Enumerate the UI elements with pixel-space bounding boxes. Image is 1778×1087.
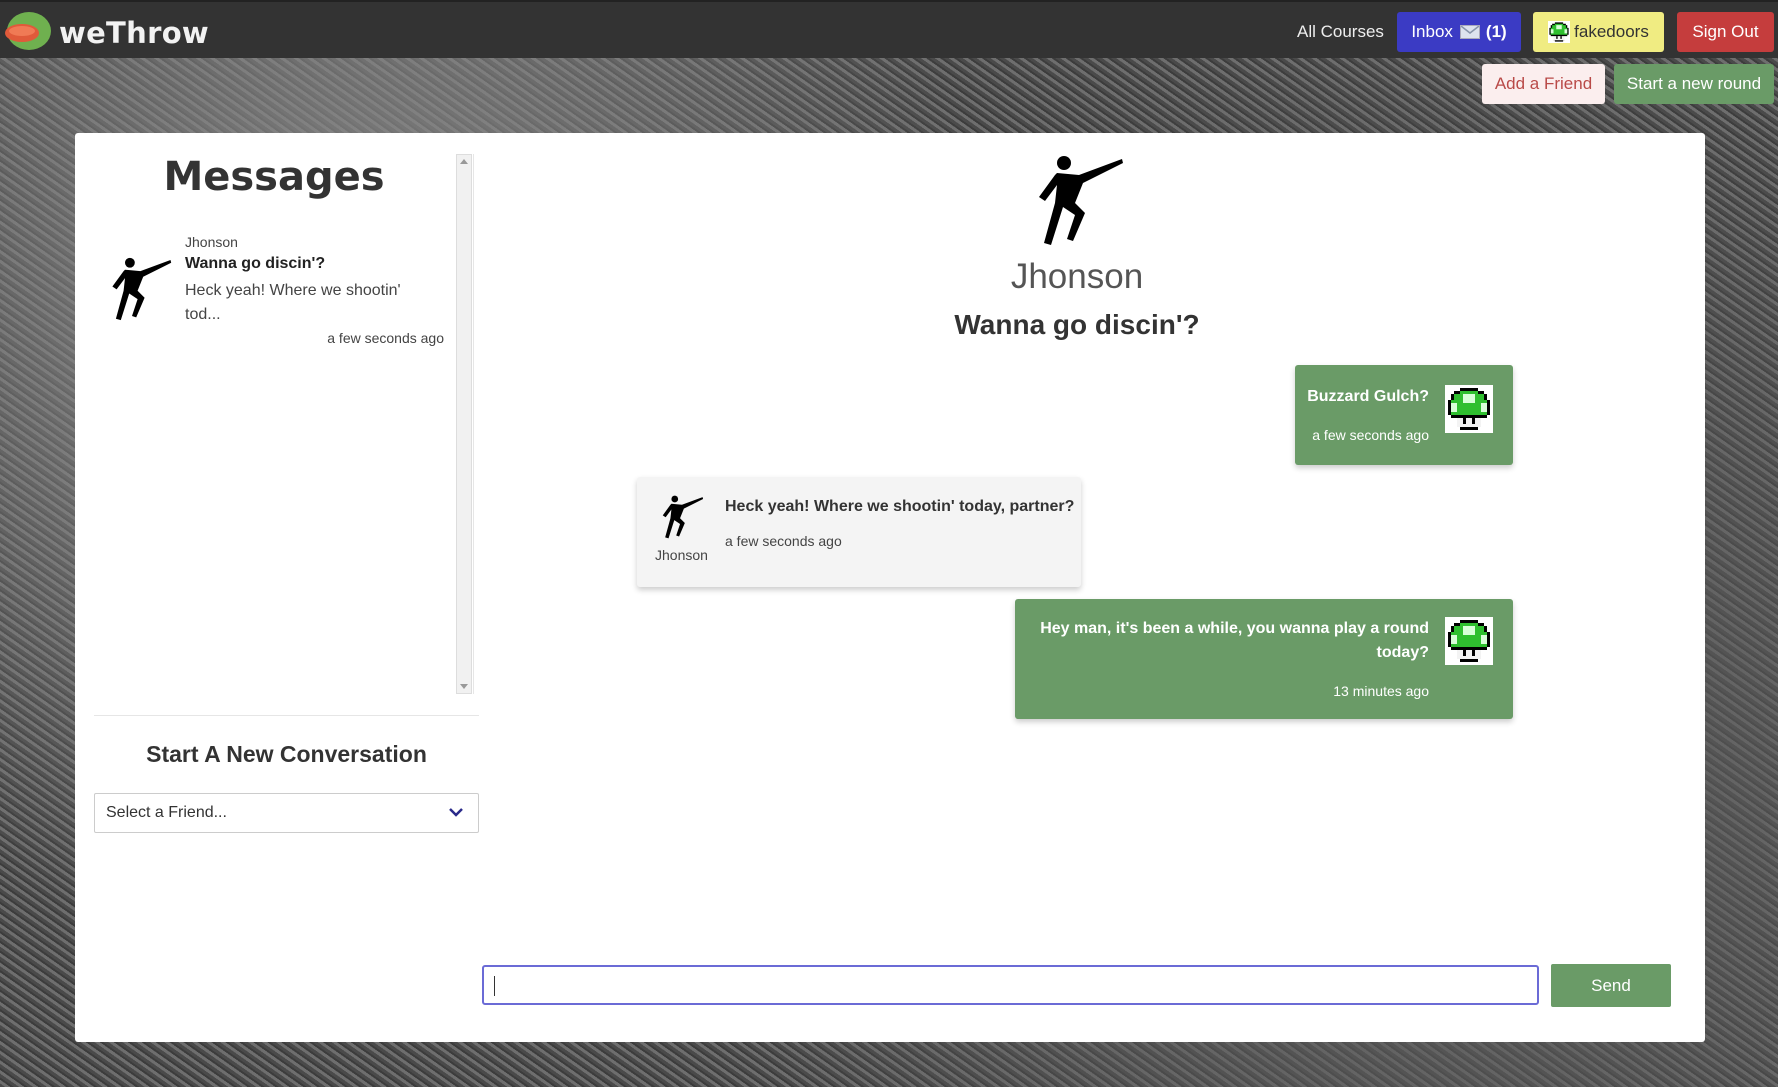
scroll-up-icon[interactable] (460, 159, 468, 164)
inbox-count: (1) (1485, 22, 1507, 41)
new-conversation-heading: Start A New Conversation (146, 741, 427, 767)
brand-name: weThrow (59, 16, 210, 50)
divider (94, 715, 479, 716)
message-bubble-sent: Buzzard Gulch? a few seconds ago (1295, 365, 1513, 465)
username: fakedoors (1574, 22, 1649, 41)
inbox-button[interactable]: Inbox (1) (1397, 12, 1521, 52)
conversation-name: Jhonson (185, 234, 238, 250)
conversation-list[interactable]: Messages Jhonson Wanna go discin'? Heck … (94, 154, 474, 694)
text-caret (494, 976, 495, 996)
send-button[interactable]: Send (1551, 964, 1671, 1007)
message-sender: Jhonson (655, 547, 708, 563)
conversation-time: a few seconds ago (327, 330, 444, 346)
disc-thrower-icon (657, 493, 705, 541)
conversation-list-scrollbar[interactable] (456, 154, 472, 694)
message-bubble-received: Jhonson Heck yeah! Where we shootin' tod… (637, 477, 1081, 587)
conversation-partner-name: Jhonson (1010, 257, 1144, 296)
message-text: Heck yeah! Where we shootin' today, part… (725, 498, 1075, 515)
message-time: a few seconds ago (725, 533, 842, 549)
disc-golf-logo-icon (4, 10, 52, 52)
brand[interactable]: weThrow (4, 10, 209, 52)
scroll-down-icon[interactable] (460, 684, 468, 689)
inbox-label: Inbox (1411, 22, 1453, 41)
friend-select-value: Select a Friend... (106, 804, 227, 821)
disc-thrower-icon (1027, 153, 1127, 248)
conversation-subject-heading: Wanna go discin'? (954, 309, 1200, 340)
message-input[interactable] (482, 965, 1539, 1005)
chevron-down-icon (449, 808, 463, 817)
message-text: Buzzard Gulch? (1307, 388, 1429, 405)
green-mushroom-icon (1548, 21, 1570, 43)
add-friend-button[interactable]: Add a Friend (1482, 64, 1605, 104)
green-mushroom-icon (1445, 617, 1493, 665)
start-new-round-button[interactable]: Start a new round (1614, 64, 1774, 104)
messages-card: Messages Jhonson Wanna go discin'? Heck … (75, 133, 1705, 1042)
message-time: 13 minutes ago (1333, 683, 1429, 699)
all-courses-link[interactable]: All Courses (1297, 22, 1384, 42)
top-navbar: weThrow All Courses Inbox (1) fakedoors … (0, 0, 1778, 58)
message-time: a few seconds ago (1312, 427, 1429, 443)
conversation-list-panel: Messages Jhonson Wanna go discin'? Heck … (94, 154, 474, 694)
friend-select[interactable]: Select a Friend... (94, 793, 479, 833)
conversation-preview: Heck yeah! Where we shootin' tod... (185, 282, 401, 323)
message-bubble-sent: Hey man, it's been a while, you wanna pl… (1015, 599, 1513, 719)
sign-out-button[interactable]: Sign Out (1677, 12, 1774, 52)
envelope-icon (1459, 25, 1480, 39)
conversation-item[interactable]: Jhonson Wanna go discin'? Heck yeah! Whe… (104, 234, 444, 354)
disc-thrower-icon (104, 254, 174, 324)
user-profile-button[interactable]: fakedoors (1533, 12, 1664, 52)
messages-heading: Messages (163, 154, 385, 200)
conversation-subject: Wanna go discin'? (185, 255, 326, 272)
message-text: Hey man, it's been a while, you wanna pl… (1040, 620, 1429, 661)
green-mushroom-icon (1445, 385, 1493, 433)
